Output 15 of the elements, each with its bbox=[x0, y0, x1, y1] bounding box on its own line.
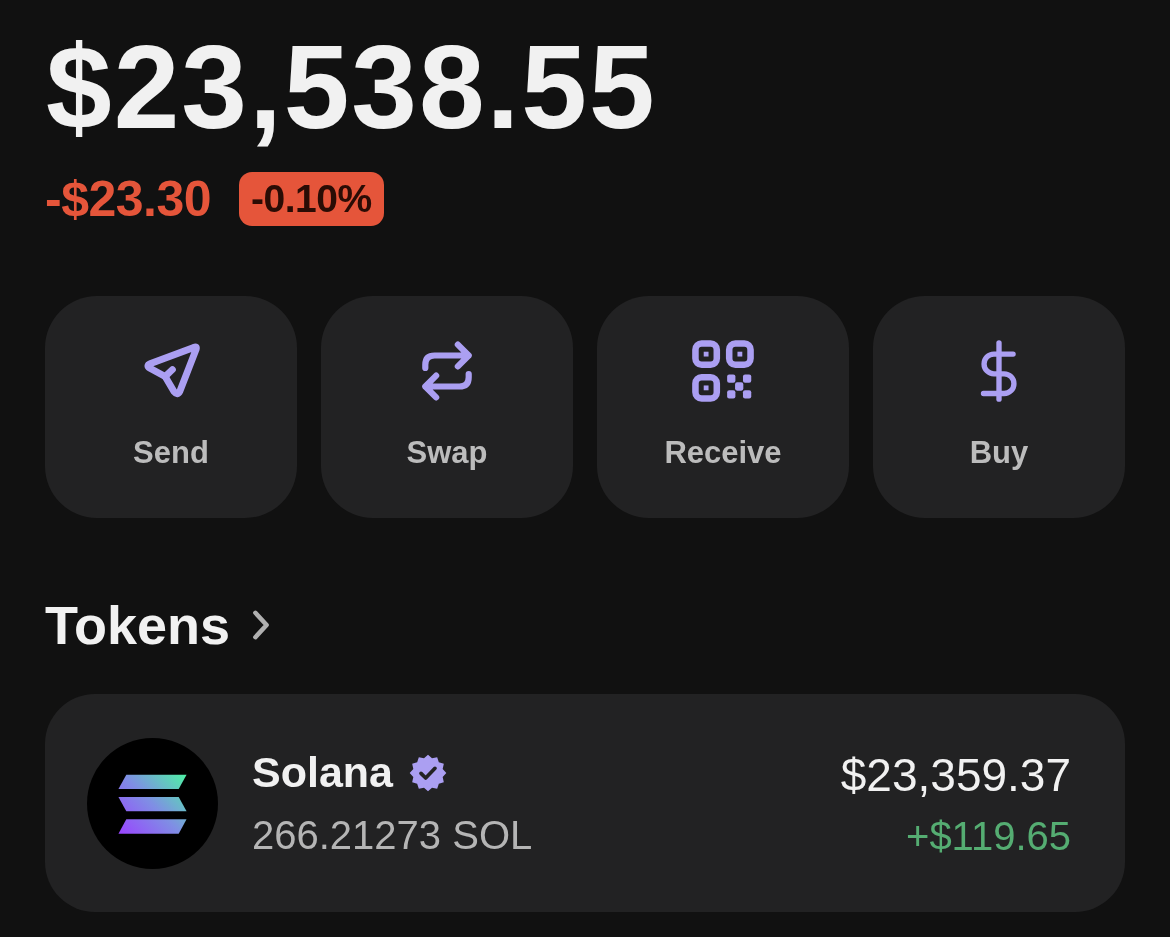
token-value: $23,359.37 bbox=[840, 747, 1071, 802]
token-amount: 266.21273 SOL bbox=[252, 813, 534, 858]
receive-button[interactable]: Receive bbox=[597, 296, 849, 518]
token-row[interactable]: Solana 266.21273 SOL $23,359.37 +$119.65 bbox=[45, 694, 1125, 912]
token-name: Solana bbox=[252, 748, 393, 797]
total-balance: $23,538.55 bbox=[46, 28, 657, 146]
send-button[interactable]: Send bbox=[45, 296, 297, 518]
swap-button[interactable]: Swap bbox=[321, 296, 573, 518]
qr-code-icon bbox=[692, 340, 754, 402]
token-change: +$119.65 bbox=[906, 813, 1071, 859]
tokens-section-link[interactable]: Tokens bbox=[45, 594, 273, 656]
balance-change-amount: -$23.30 bbox=[45, 170, 212, 228]
balance-change-percent: -0.10% bbox=[239, 172, 384, 226]
token-logo-icon bbox=[87, 737, 218, 869]
buy-button[interactable]: Buy bbox=[873, 296, 1125, 518]
